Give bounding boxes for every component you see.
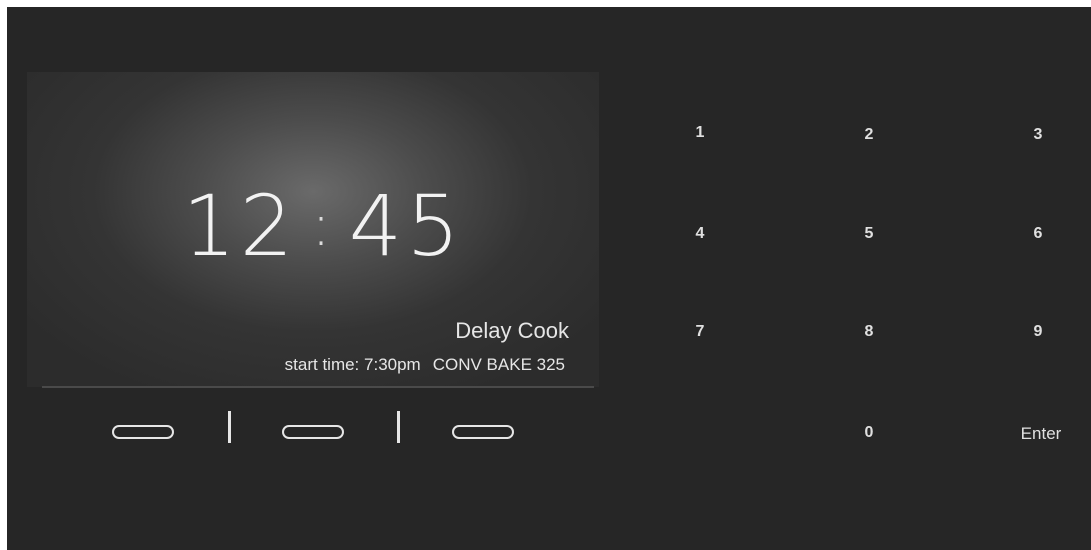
keypad-key-0[interactable]: 0 xyxy=(839,418,899,448)
clock-colon: : xyxy=(311,191,335,259)
clock-hours: 12 xyxy=(182,177,298,275)
keypad-key-9[interactable]: 9 xyxy=(1008,317,1068,347)
start-time-label: start time: xyxy=(284,355,360,374)
keypad-key-1[interactable]: 1 xyxy=(670,118,730,148)
keypad-key-3[interactable]: 3 xyxy=(1008,120,1068,150)
start-time-value: 7:30pm xyxy=(364,355,421,374)
softkey-right-button[interactable] xyxy=(452,425,514,439)
softkey-divider-1 xyxy=(228,411,231,443)
mode-label: Delay Cook xyxy=(455,318,569,343)
cook-mode-label: CONV BAKE 325 xyxy=(432,355,565,374)
keypad-key-7[interactable]: 7 xyxy=(670,317,730,347)
clock-minutes: 45 xyxy=(348,177,464,275)
oven-control-panel: 12:45 Delay Cook start time: 7:30pm CONV … xyxy=(7,7,1091,550)
keypad-enter-button[interactable]: Enter xyxy=(1011,419,1071,449)
oven-display-screen: 12:45 Delay Cook start time: 7:30pm CONV … xyxy=(27,72,599,387)
softkey-left-button[interactable] xyxy=(112,425,174,439)
keypad-key-5[interactable]: 5 xyxy=(839,219,899,249)
clock-display: 12:45 xyxy=(27,180,599,271)
softkey-center-button[interactable] xyxy=(282,425,344,439)
keypad-key-6[interactable]: 6 xyxy=(1008,219,1068,249)
softkey-divider-2 xyxy=(397,411,400,443)
display-bottom-line xyxy=(42,386,594,388)
keypad-key-8[interactable]: 8 xyxy=(839,317,899,347)
keypad-key-2[interactable]: 2 xyxy=(839,120,899,150)
keypad-key-4[interactable]: 4 xyxy=(670,219,730,249)
status-line: start time: 7:30pm CONV BAKE 325 xyxy=(285,354,565,376)
